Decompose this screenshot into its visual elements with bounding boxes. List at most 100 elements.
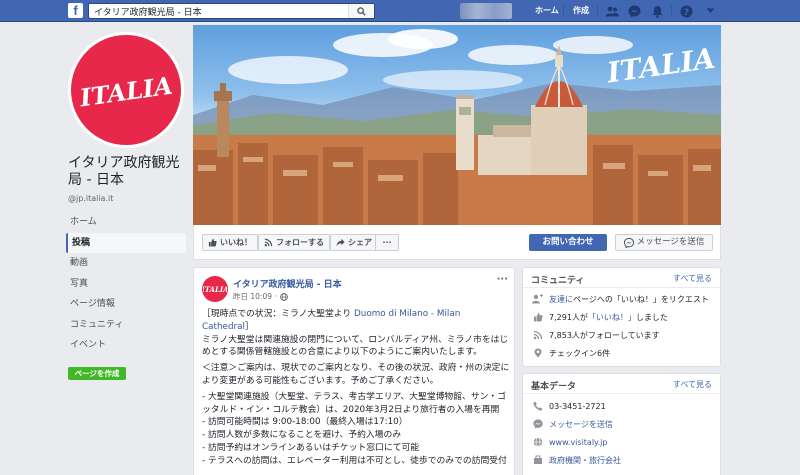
about-card: 基本データ すべて見る 03-3451-2721 メッセージを送信 www.vi…: [522, 373, 721, 475]
invite-friends-text: ページへの「いいね！」をリクエスト: [573, 294, 709, 304]
post-paragraph-1: ミラノ大聖堂は関連施設の閉門について、ロンバルディア州、ミラノ市をはじめとする関…: [202, 334, 509, 358]
like-button[interactable]: いいね！: [202, 234, 258, 251]
left-navigation: ホーム 投稿 動画 写真 ページ情報 コミュニティ イベント: [66, 212, 186, 356]
create-page-button[interactable]: ページを作成: [68, 367, 126, 380]
share-button-label: シェア: [348, 238, 372, 247]
post-card: ITALIA イタリア政府観光局 - 日本 昨日 10:09 · ··· ［現時…: [193, 267, 515, 475]
invite-friends-link[interactable]: 友達に: [549, 295, 573, 304]
followers-text: 7,853人がフォローしています: [549, 330, 660, 340]
community-header: コミュニティ すべて見る: [523, 268, 720, 288]
messenger-icon: [623, 237, 634, 248]
post-timestamp[interactable]: 昨日 10:09: [233, 291, 272, 302]
search-input[interactable]: [89, 4, 347, 18]
italia-logo: ITALIA: [71, 35, 181, 145]
contact-us-button[interactable]: お問い合わせ: [529, 234, 607, 251]
invite-friends-row: 友達にページへの「いいね！」をリクエスト: [523, 290, 720, 308]
svg-text:?: ?: [683, 7, 688, 17]
invite-friends-icon: [532, 294, 543, 305]
profile-picture[interactable]: ITALIA: [68, 32, 184, 148]
post-bullet: - 訪問可能時間は 9:00-18:00（最終入場は17:10）: [202, 417, 408, 428]
checkins-row: チェックイン6件: [523, 344, 720, 362]
community-title[interactable]: コミュニティ: [531, 273, 584, 286]
rss-icon: [264, 238, 273, 247]
nav-item-home[interactable]: ホーム: [66, 212, 186, 233]
friends-icon[interactable]: [604, 3, 620, 19]
website-link[interactable]: www.visitaly.jp: [549, 438, 607, 447]
more-options-icon: ···: [382, 238, 392, 247]
post-body: ［現時点での状況：ミラノ大聖堂より Duomo di Milano - Mila…: [202, 308, 510, 468]
likes-row: 7,291人が「いいね！」しました: [523, 308, 720, 326]
search-icon: [357, 6, 366, 16]
checkins-text: チェックイン6件: [549, 348, 611, 358]
search-button[interactable]: [348, 4, 374, 18]
checkin-pin-icon: [532, 348, 543, 359]
home-link[interactable]: ホーム: [535, 5, 559, 16]
nav-item-events[interactable]: イベント: [66, 335, 186, 356]
post-avatar[interactable]: ITALIA: [202, 276, 228, 302]
search-box[interactable]: [88, 3, 375, 19]
followers-row: 7,853人がフォローしています: [523, 326, 720, 344]
post-line-1: ［現時点での状況：ミラノ大聖堂より Duomo di Milano - Mila…: [202, 309, 461, 332]
page-title[interactable]: イタリア政府観光局 - 日本: [68, 155, 193, 189]
follow-button[interactable]: フォローする: [258, 234, 330, 251]
page-handle[interactable]: @jp.italia.it: [68, 194, 113, 203]
facebook-logo-icon[interactable]: f: [68, 3, 83, 18]
nav-divider: [671, 5, 672, 17]
italia-logo-icon: ITALIA: [78, 71, 174, 110]
globe-icon[interactable]: [280, 292, 289, 301]
thumbs-up-icon: [208, 238, 217, 247]
send-message-link[interactable]: メッセージを送信: [549, 419, 613, 430]
community-card: コミュニティ すべて見る 友達にページへの「いいね！」をリクエスト 7,291人…: [522, 267, 721, 367]
nav-item-videos[interactable]: 動画: [66, 253, 186, 274]
about-see-all[interactable]: すべて見る: [673, 379, 712, 390]
category-icon: [532, 455, 543, 466]
category-row: 政府機関・旅行会社: [523, 451, 720, 469]
post-bullet: - テラスへの訪問は、エレベーター利用は不可とし、徒歩でのみでの訪問受付: [202, 455, 507, 466]
post-meta: 昨日 10:09 ·: [233, 291, 289, 302]
share-arrow-icon: [336, 238, 345, 247]
nav-item-posts[interactable]: 投稿: [66, 232, 186, 253]
cover-photo[interactable]: ITALIA: [193, 25, 721, 225]
category-link[interactable]: 政府機関・旅行会社: [549, 455, 621, 466]
messenger-icon: [532, 419, 543, 430]
dot-separator: ·: [275, 292, 278, 301]
florence-skyline-image: ITALIA: [193, 29, 721, 225]
help-icon[interactable]: ?: [678, 3, 694, 19]
post-bullet: - 訪問人数が多数になることを避け、予約入場のみ: [202, 430, 402, 441]
italia-avatar-icon: ITALIA: [203, 285, 227, 294]
message-row: メッセージを送信: [523, 415, 720, 433]
website-row: www.visitaly.jp: [523, 433, 720, 451]
about-header: 基本データ すべて見る: [523, 374, 720, 394]
svg-text:ITALIA: ITALIA: [78, 71, 174, 110]
globe-icon: [532, 437, 543, 448]
create-link[interactable]: 作成: [573, 5, 589, 16]
page-action-bar: いいね！ フォローする シェア ··· お問い合わせ メッセージを送信: [193, 225, 721, 260]
follow-button-label: フォローする: [276, 238, 324, 247]
rss-icon: [532, 330, 543, 341]
post-bullet: - 訪問予約はオンラインあるいはチケット窓口にて可能: [202, 442, 420, 453]
send-message-button[interactable]: メッセージを送信: [615, 234, 713, 251]
phone-icon: [532, 401, 543, 412]
profile-avatar-blurred[interactable]: [460, 3, 512, 19]
about-title[interactable]: 基本データ: [531, 379, 576, 392]
nav-divider: [597, 5, 598, 17]
phone-number[interactable]: 03-3451-2721: [549, 402, 606, 411]
svg-text:ITALIA: ITALIA: [203, 285, 227, 294]
post-author[interactable]: イタリア政府観光局 - 日本: [233, 277, 342, 290]
thumbs-up-icon: [532, 312, 543, 323]
notifications-icon[interactable]: [649, 3, 665, 19]
likes-link[interactable]: 「いいね！」: [588, 313, 636, 322]
community-see-all[interactable]: すべて見る: [673, 273, 712, 284]
nav-item-photos[interactable]: 写真: [66, 274, 186, 295]
send-message-label: メッセージを送信: [636, 237, 705, 247]
messenger-icon[interactable]: [626, 3, 642, 19]
phone-row: 03-3451-2721: [523, 397, 720, 415]
post-options-button[interactable]: ···: [497, 274, 508, 285]
like-button-label: いいね！: [220, 238, 252, 247]
account-dropdown-icon[interactable]: [702, 3, 718, 19]
share-button[interactable]: シェア: [330, 234, 378, 251]
post-paragraph-3: - 大聖堂関連施設（大聖堂、テラス、考古学エリア、大聖堂博物館、サン・ゴッタルド…: [202, 391, 507, 415]
nav-item-about[interactable]: ページ情報: [66, 294, 186, 315]
more-options-button[interactable]: ···: [375, 234, 399, 251]
nav-item-community[interactable]: コミュニティ: [66, 315, 186, 336]
